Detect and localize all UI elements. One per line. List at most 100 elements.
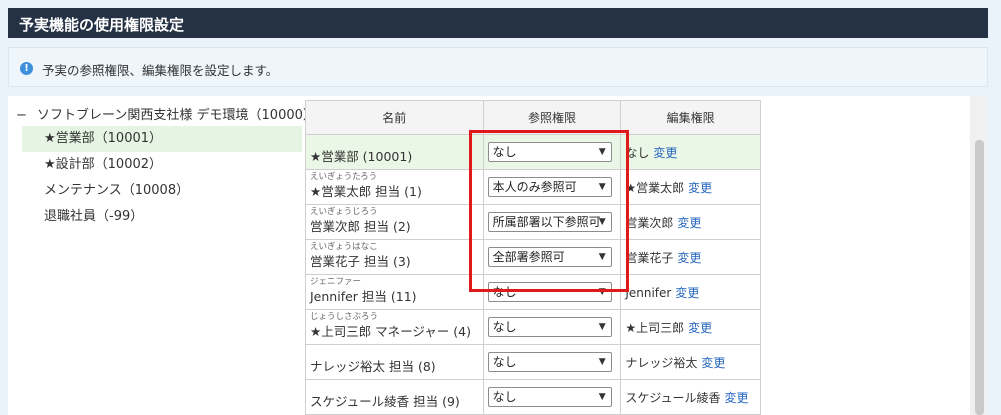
permission-table: 名前 参照権限 編集権限 ★営業部 (10001) なし ▼ なし 変更 えいぎょうたろう… [305,100,761,415]
edit-permission-value: ナレッジ裕太 [625,355,698,370]
table-row: じょうしさぶろう ★上司三郎 マネージャー (4) なし ▼ ★上司三郎 変更 [305,309,761,345]
member-name: Jennifer 担当 (11) [310,288,417,304]
view-permission-value: なし [492,285,517,299]
furigana: えいぎょうたろう [310,171,378,182]
column-header-edit: 編集権限 [620,100,761,135]
edit-permission-value: スケジュール綾香 [625,390,721,405]
tree-node-label: ★設計部（10002） [44,157,163,172]
member-name: ★上司三郎 マネージャー (4) [310,323,471,339]
edit-permission-value: ★営業太郎 [625,180,685,195]
table-row: えいぎょうじろう 営業次郎 担当 (2) 所属部署以下参照可 ▼ 営業次郎 変更 [305,204,761,240]
column-header-view: 参照権限 [482,100,622,135]
dropdown-arrow-icon: ▼ [598,392,606,402]
edit-permission-value: 営業次郎 [625,215,674,230]
furigana [310,348,483,358]
cell-name: えいぎょうはなこ 営業花子 担当 (3) [305,239,484,275]
page-title-text: 予実機能の使用権限設定 [19,16,185,34]
view-permission-select[interactable]: なし ▼ [487,352,612,372]
table-row: ナレッジ裕太 担当 (8) なし ▼ ナレッジ裕太 変更 [305,344,761,380]
view-permission-select[interactable]: なし ▼ [487,387,612,407]
vertical-scrollbar[interactable] [970,96,988,415]
view-permission-select[interactable]: なし ▼ [487,282,612,302]
tree-node-maintenance[interactable]: メンテナンス（10008） [22,178,302,204]
edit-permission-value: Jennifer [625,285,672,300]
scrollbar-thumb[interactable] [975,140,984,415]
view-permission-value: 全部署参照可 [492,250,565,264]
table-row: ジェニファー Jennifer 担当 (11) なし ▼ Jennifer 変更 [305,274,761,310]
view-permission-value: なし [492,320,517,334]
view-permission-select[interactable]: 所属部署以下参照可 ▼ [487,212,612,232]
change-link[interactable]: 変更 [725,391,749,405]
tree-node-label: ★営業部（10001） [44,131,163,146]
info-icon: ! [20,62,33,75]
tree-root-label[interactable]: ソフトブレーン関西支社様 デモ環境（10000） [37,108,316,123]
change-link[interactable]: 変更 [677,216,701,230]
furigana: ジェニファー [310,276,362,287]
cell-view: なし ▼ [482,344,622,380]
cell-edit: 営業次郎 変更 [620,204,761,240]
member-name: 営業花子 担当 (3) [310,253,411,269]
tree-node-label: 退職社員（-99） [44,209,144,224]
page-title: 予実機能の使用権限設定 [8,8,988,38]
member-name: ★営業部 (10001) [310,148,413,164]
cell-view: 全部署参照可 ▼ [482,239,622,275]
cell-name: ナレッジ裕太 担当 (8) [305,344,484,380]
table-row: スケジュール綾香 担当 (9) なし ▼ スケジュール綾香 変更 [305,379,761,415]
tree-node-label: メンテナンス（10008） [44,183,190,198]
change-link[interactable]: 変更 [675,286,699,300]
department-tree: − ソフトブレーン関西支社様 デモ環境（10000） ★営業部（10001） ★… [8,96,316,415]
collapse-icon[interactable]: − [16,108,27,123]
cell-edit: ★上司三郎 変更 [620,309,761,345]
cell-edit: ナレッジ裕太 変更 [620,344,761,380]
view-permission-value: 所属部署以下参照可 [492,215,601,229]
tree-node-retired[interactable]: 退職社員（-99） [22,204,302,230]
furigana: えいぎょうじろう [310,206,378,217]
dropdown-arrow-icon: ▼ [598,287,606,297]
dropdown-arrow-icon: ▼ [598,252,606,262]
dropdown-arrow-icon: ▼ [598,182,606,192]
cell-name: スケジュール綾香 担当 (9) [305,379,484,415]
change-link[interactable]: 変更 [688,181,712,195]
view-permission-value: 本人のみ参照可 [492,180,577,194]
change-link[interactable]: 変更 [653,146,677,160]
cell-view: なし ▼ [482,134,622,170]
cell-edit: ★営業太郎 変更 [620,169,761,205]
cell-view: なし ▼ [482,309,622,345]
dropdown-arrow-icon: ▼ [598,147,606,157]
cell-name: じょうしさぶろう ★上司三郎 マネージャー (4) [305,309,484,345]
info-bar: ! 予実の参照権限、編集権限を設定します。 [8,47,988,87]
dropdown-arrow-icon: ▼ [598,357,606,367]
member-name: スケジュール綾香 担当 (9) [310,393,460,409]
view-permission-select[interactable]: 全部署参照可 ▼ [487,247,612,267]
edit-permission-value: なし [625,145,650,160]
column-header-name: 名前 [305,100,484,135]
dropdown-arrow-icon: ▼ [598,217,606,227]
info-text: 予実の参照権限、編集権限を設定します。 [42,63,279,78]
change-link[interactable]: 変更 [701,356,725,370]
cell-view: なし ▼ [482,274,622,310]
table-row: ★営業部 (10001) なし ▼ なし 変更 [305,134,761,170]
tree-node-sales[interactable]: ★営業部（10001） [22,126,302,152]
furigana [310,138,483,148]
cell-edit: 営業花子 変更 [620,239,761,275]
view-permission-value: なし [492,390,517,404]
cell-view: なし ▼ [482,379,622,415]
furigana: えいぎょうはなこ [310,241,378,252]
change-link[interactable]: 変更 [688,321,712,335]
cell-name: ジェニファー Jennifer 担当 (11) [305,274,484,310]
dropdown-arrow-icon: ▼ [598,322,606,332]
cell-name: えいぎょうたろう ★営業太郎 担当 (1) [305,169,484,205]
cell-edit: スケジュール綾香 変更 [620,379,761,415]
member-name: ナレッジ裕太 担当 (8) [310,358,436,374]
edit-permission-value: ★上司三郎 [625,320,685,335]
view-permission-select[interactable]: 本人のみ参照可 ▼ [487,177,612,197]
view-permission-select[interactable]: なし ▼ [487,317,612,337]
view-permission-value: なし [492,145,517,159]
change-link[interactable]: 変更 [677,251,701,265]
furigana: じょうしさぶろう [310,311,379,322]
tree-root[interactable]: − ソフトブレーン関西支社様 デモ環境（10000） [16,104,316,123]
cell-name: えいぎょうじろう 営業次郎 担当 (2) [305,204,484,240]
tree-node-design[interactable]: ★設計部（10002） [22,152,302,178]
table-row: えいぎょうはなこ 営業花子 担当 (3) 全部署参照可 ▼ 営業花子 変更 [305,239,761,275]
view-permission-select[interactable]: なし ▼ [487,142,612,162]
